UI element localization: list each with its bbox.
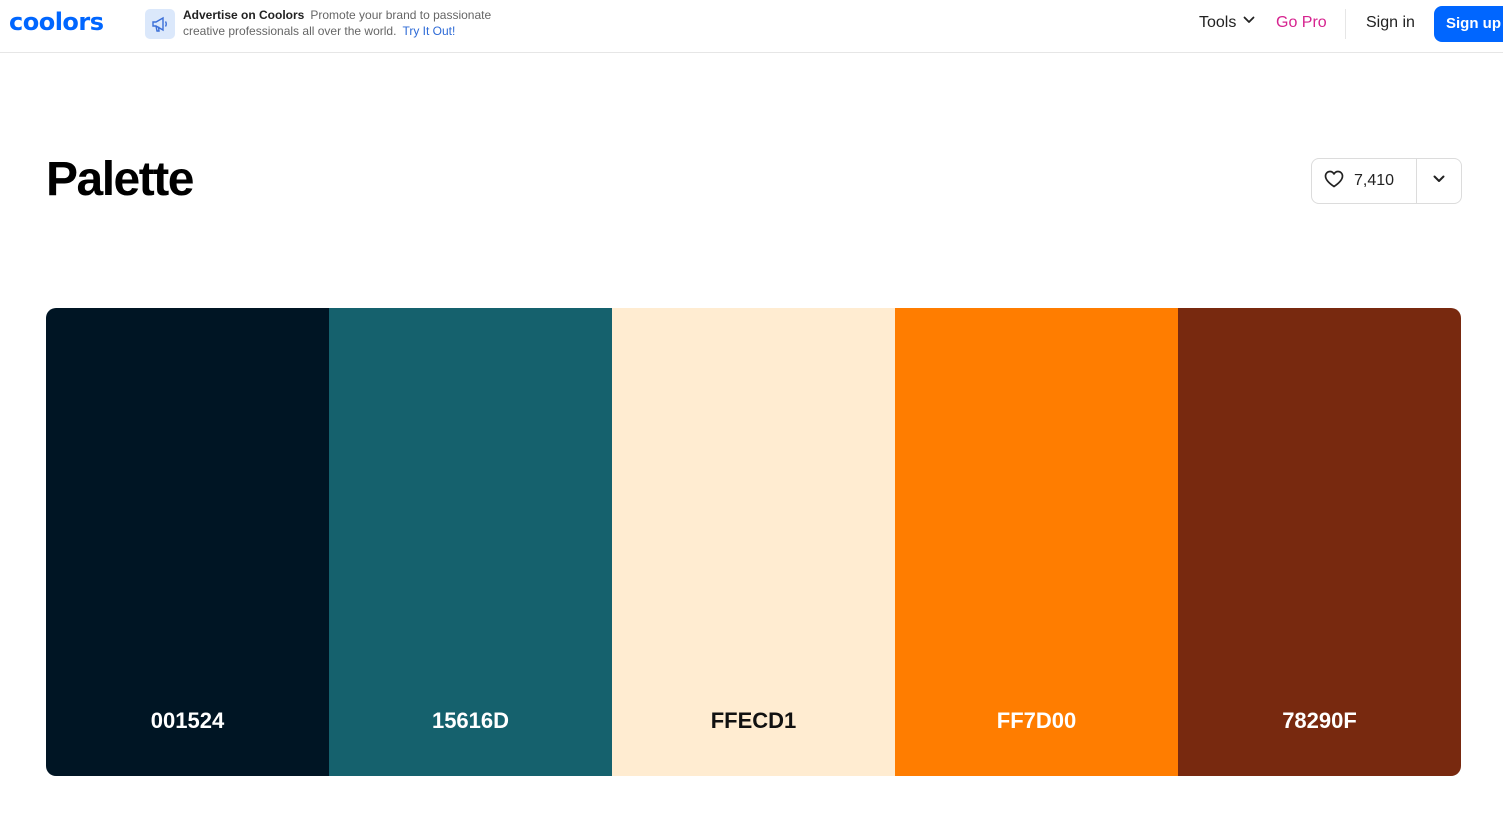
try-it-out-link[interactable]: Try It Out! (402, 24, 455, 38)
megaphone-icon[interactable] (145, 9, 175, 39)
sign-up-button[interactable]: Sign up (1434, 6, 1503, 42)
color-swatch[interactable]: FFECD1 (612, 308, 895, 776)
like-button[interactable]: 7,410 (1312, 159, 1417, 203)
chevron-down-icon (1242, 13, 1256, 33)
top-navbar: coolors Advertise on Coolors Promote your… (0, 0, 1503, 53)
color-swatch[interactable]: 78290F (1178, 308, 1461, 776)
advertise-banner: Advertise on Coolors Promote your brand t… (183, 7, 523, 39)
color-swatch[interactable]: 001524 (46, 308, 329, 776)
swatch-hex-code[interactable]: 78290F (1178, 708, 1461, 734)
swatch-hex-code[interactable]: 15616D (329, 708, 612, 734)
tools-label: Tools (1199, 14, 1237, 31)
go-pro-link[interactable]: Go Pro (1276, 13, 1327, 33)
palette-swatches: 001524 15616D FFECD1 FF7D00 78290F (46, 308, 1461, 776)
heart-icon (1324, 170, 1344, 193)
tools-menu[interactable]: Tools (1199, 13, 1256, 33)
swatch-hex-code[interactable]: 001524 (46, 708, 329, 734)
nav-divider (1345, 9, 1346, 39)
palette-actions: 7,410 (1311, 158, 1462, 204)
swatch-hex-code[interactable]: FF7D00 (895, 708, 1178, 734)
ad-title: Advertise on Coolors (183, 8, 305, 22)
like-count: 7,410 (1354, 172, 1395, 189)
page-title: Palette (46, 153, 194, 206)
sign-in-link[interactable]: Sign in (1366, 13, 1415, 33)
chevron-down-icon (1432, 172, 1446, 191)
swatch-hex-code[interactable]: FFECD1 (612, 708, 895, 734)
color-swatch[interactable]: FF7D00 (895, 308, 1178, 776)
color-swatch[interactable]: 15616D (329, 308, 612, 776)
coolors-logo[interactable]: coolors (9, 8, 104, 36)
more-options-button[interactable] (1417, 159, 1461, 203)
